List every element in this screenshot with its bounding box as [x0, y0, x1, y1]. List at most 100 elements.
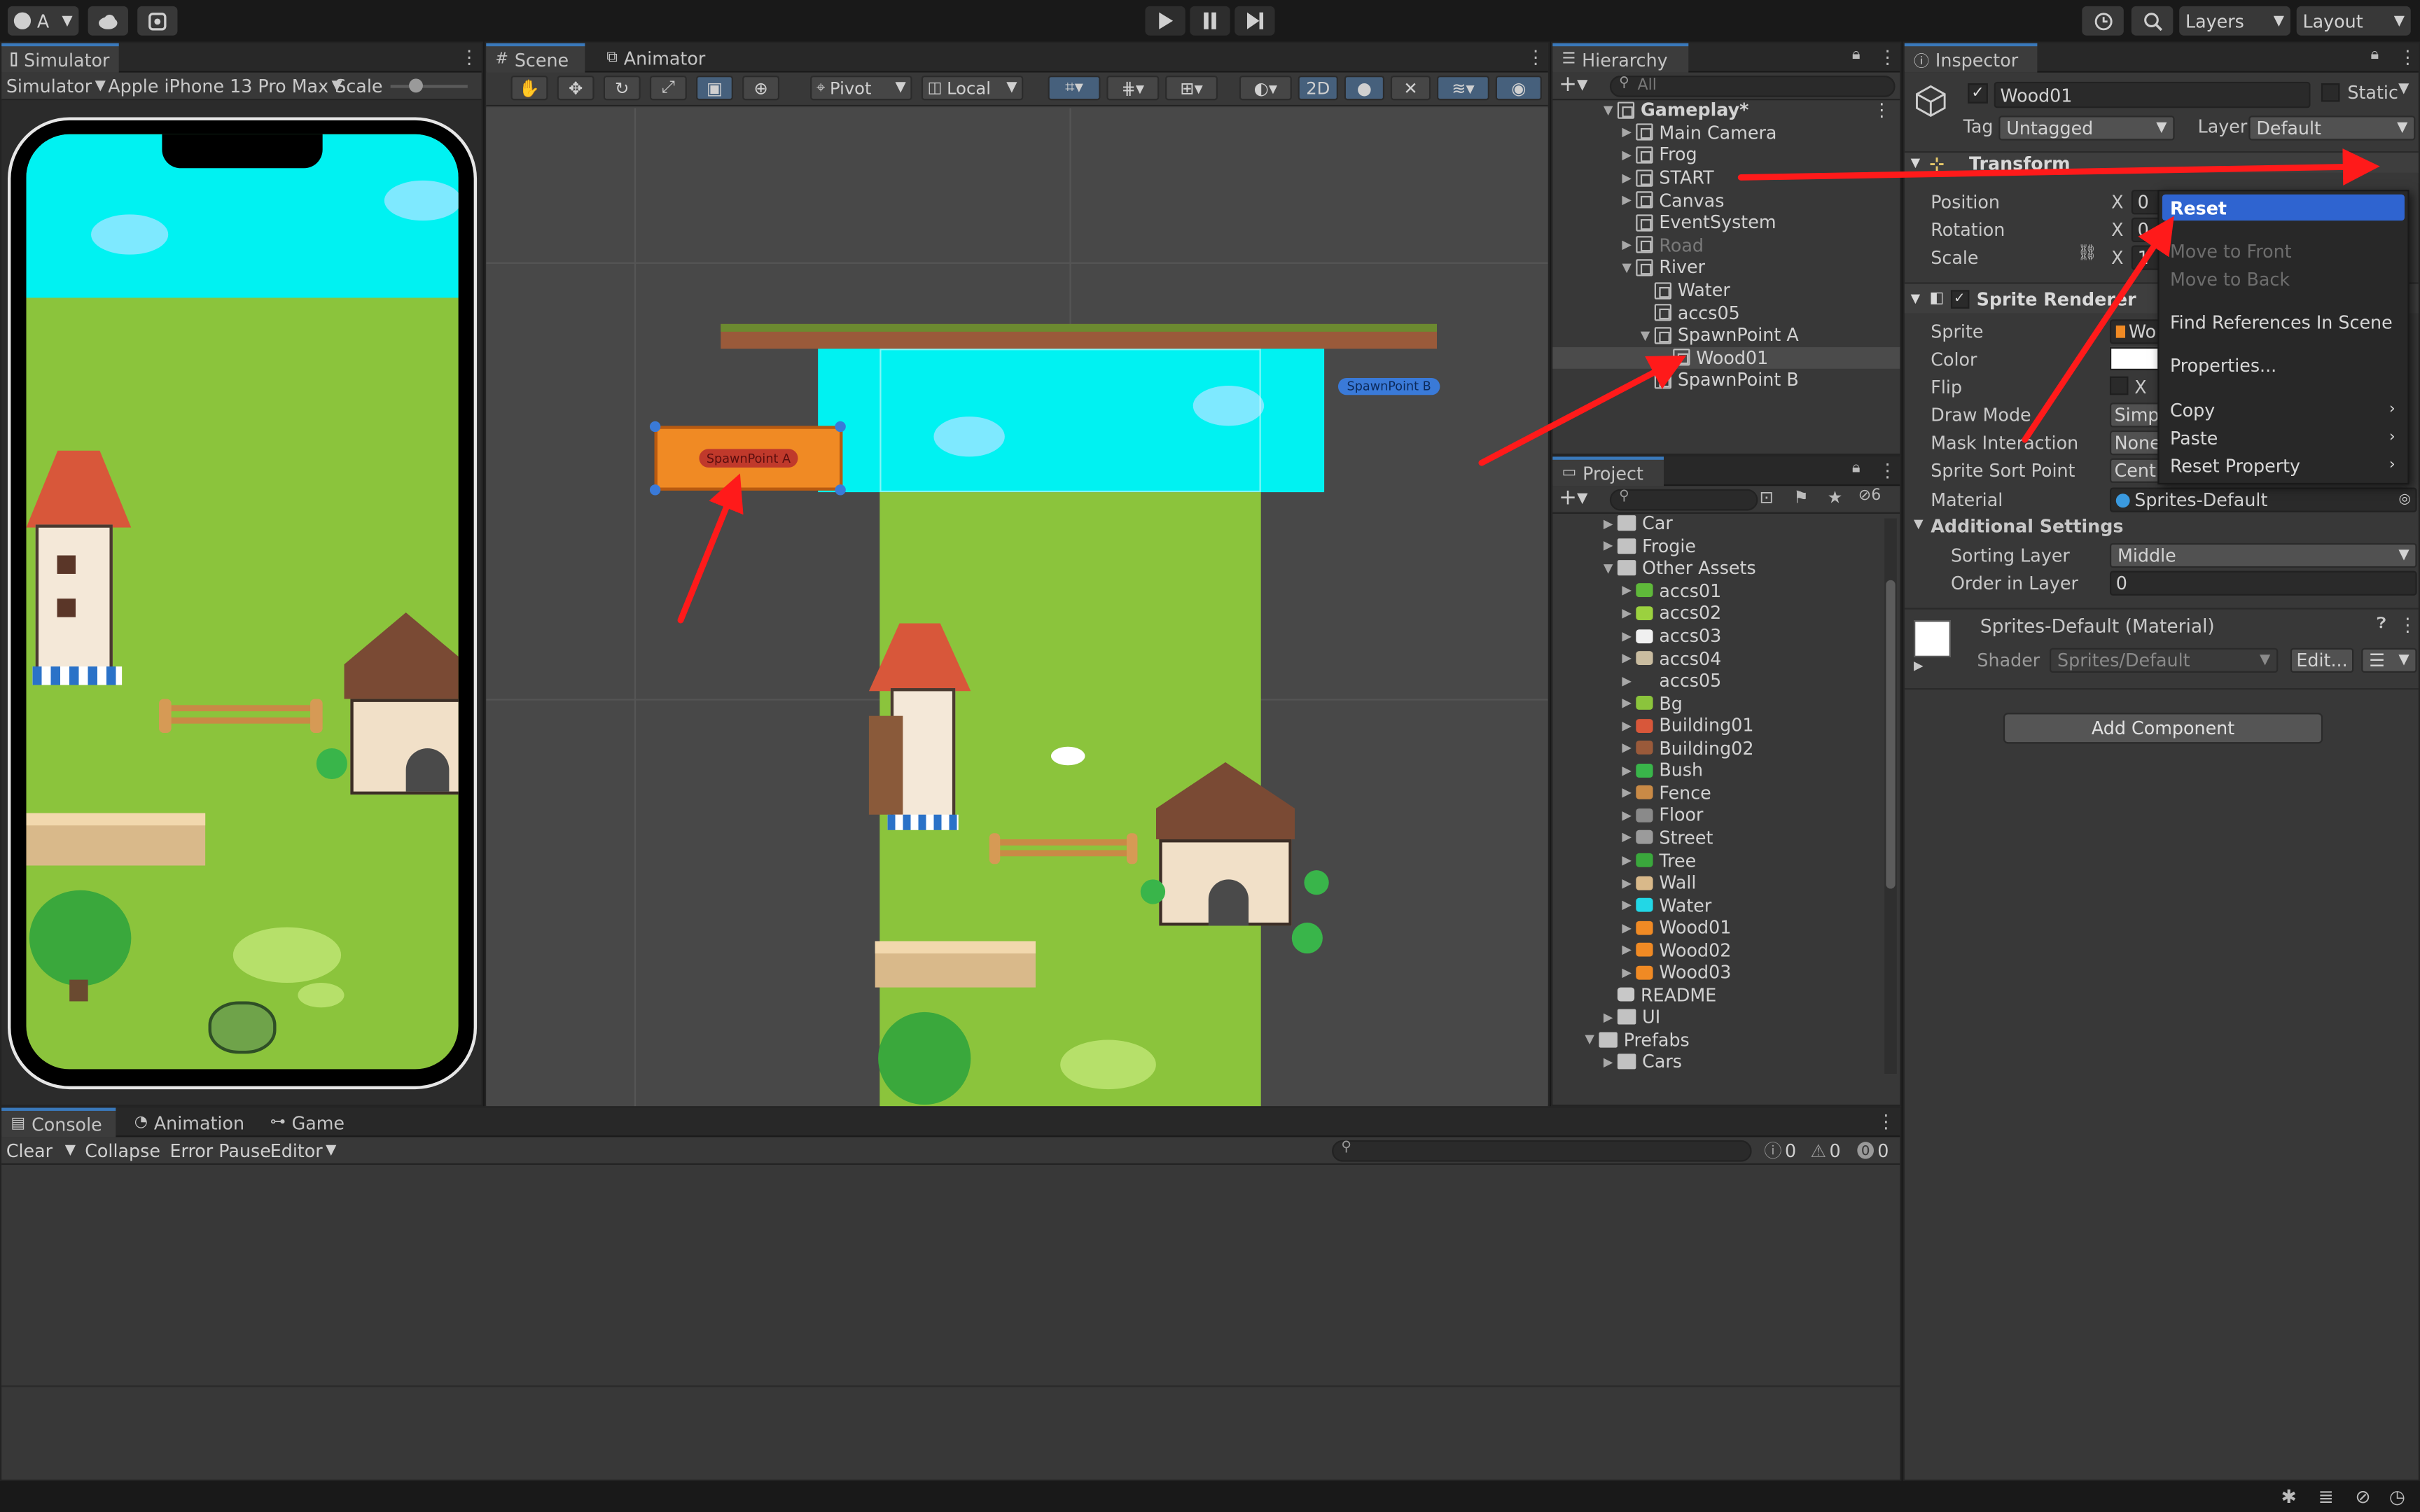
chevron-down-icon[interactable]: ▼ [1599, 561, 1617, 575]
warning-filter-toggle[interactable]: ⚠ 0 [1810, 1139, 1840, 1163]
panel-menu-icon[interactable]: ⋮ [1878, 460, 1896, 482]
project-item[interactable]: ▶ Floor [1552, 804, 1883, 827]
project-item[interactable]: ▶ Building02 [1552, 736, 1883, 759]
console-search-input[interactable]: ⚲ [1332, 1140, 1752, 1162]
hierarchy-item[interactable]: ▶ Road [1552, 234, 1900, 256]
tab-console[interactable]: ▤ Console [1, 1107, 116, 1138]
layout-dropdown[interactable]: Layout ▼ [2296, 6, 2411, 36]
component-menu-icon[interactable]: ⋮ [2398, 614, 2416, 636]
object-picker-icon[interactable]: ◎ [2398, 492, 2410, 507]
error-pause-button[interactable]: Error Pause [169, 1139, 270, 1163]
chevron-right-icon[interactable]: ▶ [1618, 943, 1636, 957]
chevron-right-icon[interactable]: ▶ [1618, 853, 1636, 867]
device-dropdown[interactable]: Apple iPhone 13 Pro Max ▼ [108, 74, 342, 99]
tab-game[interactable]: ⊶ Game [260, 1108, 354, 1138]
bug-icon[interactable]: ✱ [2281, 1486, 2297, 1508]
chevron-right-icon[interactable]: ▶ [1618, 171, 1636, 185]
tab-project[interactable]: ▭ Project [1552, 456, 1664, 486]
tag-dropdown[interactable]: Untagged ▼ [1998, 115, 2175, 141]
project-scrollbar-thumb[interactable] [1886, 580, 1896, 889]
info-filter-toggle[interactable]: ⓘ 0 [1764, 1139, 1796, 1163]
project-item[interactable]: ▶ Bush [1552, 760, 1883, 782]
game-view[interactable] [26, 134, 459, 1070]
hierarchy-item[interactable]: SpawnPoint B [1552, 369, 1900, 391]
hierarchy-item[interactable]: ▼ SpawnPoint A [1552, 324, 1900, 346]
hierarchy-item[interactable]: accs05 [1552, 302, 1900, 324]
visibility-toggle[interactable]: ◉ [1495, 75, 1542, 101]
project-item[interactable]: ▶ Wood03 [1552, 961, 1883, 983]
chevron-right-icon[interactable]: ▶ [1618, 764, 1636, 778]
project-search-input[interactable]: ⚲ [1609, 489, 1758, 511]
play-button[interactable] [1145, 6, 1185, 36]
hierarchy-item[interactable]: ▼ River [1552, 256, 1900, 279]
chevron-right-icon[interactable]: ▶ [1618, 125, 1636, 139]
chevron-right-icon[interactable]: ▶ [1618, 808, 1636, 822]
hidden-packages-toggle[interactable]: ⊘ 6 [1858, 487, 1882, 504]
move-tool-button[interactable]: ✥ [557, 75, 594, 101]
tab-scene[interactable]: # Scene [486, 43, 585, 73]
chevron-down-icon[interactable]: ▼ [1914, 517, 1924, 531]
pivot-dropdown[interactable]: ⌖ Pivot ▼ [810, 75, 912, 101]
hierarchy-item[interactable]: Water [1552, 279, 1900, 301]
scene-viewport[interactable]: SpawnPoint A SpawnPoint B [486, 108, 1548, 1107]
rect-handle[interactable] [835, 484, 846, 496]
pause-button[interactable] [1190, 6, 1230, 36]
project-item[interactable]: ▶ Fence [1552, 782, 1883, 804]
search-by-label-icon[interactable]: ⚑ [1793, 487, 1809, 507]
collapse-button[interactable]: Collapse [85, 1139, 160, 1163]
chevron-right-icon[interactable]: ▶ [1618, 898, 1636, 912]
shader-dropdown[interactable]: Sprites/Default ▼ [2050, 648, 2279, 673]
scale-slider[interactable] [390, 85, 468, 88]
project-item[interactable]: ▶ Cars [1552, 1051, 1883, 1073]
local-dropdown[interactable]: ◫ Local ▼ [921, 75, 1024, 101]
color-swatch[interactable] [2109, 346, 2162, 370]
shading-mode-button[interactable]: ◐▾ [1239, 75, 1292, 101]
rect-tool-button[interactable]: ▣ [696, 75, 733, 101]
lock-icon[interactable]: 🔒︎ [1852, 460, 1861, 477]
chevron-right-icon[interactable]: ▶ [1618, 718, 1636, 732]
shader-edit-button[interactable]: Edit... [2290, 648, 2354, 673]
project-item[interactable]: ▼ Other Assets [1552, 557, 1883, 580]
scale-tool-button[interactable]: ⤢ [649, 75, 687, 101]
layers-dropdown[interactable]: Layers ▼ [2179, 6, 2290, 36]
rect-handle[interactable] [649, 421, 661, 433]
tab-animation[interactable]: ◔ Animation [125, 1108, 254, 1138]
hand-tool-button[interactable]: ✋ [510, 75, 548, 101]
hierarchy-search-input[interactable]: ⚲ All [1609, 75, 1896, 97]
chevron-right-icon[interactable]: ▶ [1618, 606, 1636, 620]
project-item[interactable]: ▶ accs01 [1552, 580, 1883, 602]
link-icon[interactable]: ⛓ [2078, 245, 2097, 262]
hierarchy-item[interactable]: ▶ Canvas [1552, 189, 1900, 211]
context-menu-item[interactable]: Reset [2162, 194, 2405, 221]
project-item[interactable]: ▶ UI [1552, 1006, 1883, 1028]
context-menu-item[interactable]: Find References In Scene [2162, 309, 2405, 335]
chevron-right-icon[interactable]: ▶ [1599, 1010, 1617, 1024]
project-item[interactable]: ▶ accs03 [1552, 624, 1883, 647]
tab-inspector[interactable]: ⓘ Inspector [1904, 43, 2038, 73]
static-checkbox[interactable] [2321, 83, 2340, 102]
project-item[interactable]: ▶ Wall [1552, 872, 1883, 894]
project-scrollbar[interactable] [1884, 518, 1897, 1074]
context-menu-item[interactable]: Copy › [2162, 396, 2405, 422]
project-item[interactable]: README [1552, 983, 1883, 1006]
chevron-right-icon[interactable]: ▶ [1618, 673, 1636, 687]
chevron-down-icon[interactable]: ▼ [2398, 82, 2409, 97]
chevron-right-icon[interactable]: ▶ [1599, 539, 1617, 553]
project-item[interactable]: ▶ Building01 [1552, 714, 1883, 736]
chevron-right-icon[interactable]: ▶ [1618, 831, 1636, 845]
chevron-right-icon[interactable]: ▶ [1618, 741, 1636, 755]
tab-simulator[interactable]: Simulator [1, 43, 119, 73]
project-item[interactable]: ▶ Tree [1552, 849, 1883, 872]
cloud-button[interactable] [88, 6, 128, 36]
context-menu-item[interactable]: Properties... [2162, 352, 2405, 378]
editor-dropdown[interactable]: Editor ▼ [270, 1139, 337, 1163]
panel-menu-icon[interactable]: ⋮ [1527, 46, 1545, 68]
scene-menu-icon[interactable]: ⋮ [1873, 99, 1891, 121]
material-field[interactable]: Sprites-Default ◎ [2109, 487, 2417, 512]
flip-x-checkbox[interactable] [2109, 376, 2129, 396]
sprite-sort-point-dropdown[interactable]: Cent [2109, 458, 2162, 483]
clear-button[interactable]: Clear ▼ [6, 1139, 76, 1163]
project-item[interactable]: ▶ Bg [1552, 692, 1883, 714]
rect-handle[interactable] [835, 421, 846, 433]
add-icon[interactable]: +▾ [1559, 486, 1587, 510]
